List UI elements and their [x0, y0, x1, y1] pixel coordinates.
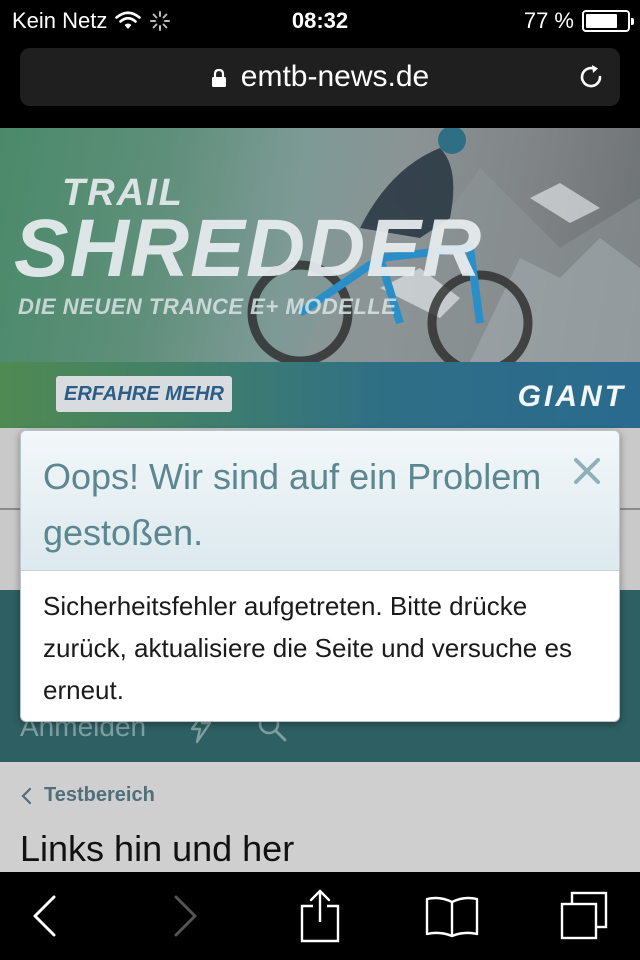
forward-button[interactable]	[156, 872, 216, 960]
banner-brand-logo: GIANT	[517, 380, 626, 413]
dialog-header: Oops! Wir sind auf ein Problem gestoßen.	[21, 431, 619, 571]
error-dialog: Oops! Wir sind auf ein Problem gestoßen.…	[20, 430, 620, 722]
breadcrumb[interactable]: Testbereich	[20, 784, 155, 807]
tabs-icon	[560, 891, 608, 940]
bookmarks-button[interactable]	[420, 872, 484, 960]
chevron-left-icon	[21, 787, 32, 804]
banner-headline: SHREDDER	[14, 203, 483, 294]
browser-toolbar	[0, 872, 640, 960]
address-url[interactable]: emtb-news.de	[241, 60, 429, 93]
page-title: Links hin und her	[20, 828, 295, 869]
share-button[interactable]	[290, 872, 350, 960]
battery-fill	[586, 14, 617, 28]
status-bar: Kein Netz 08:32 77 %	[0, 0, 640, 40]
close-icon[interactable]	[571, 455, 603, 487]
breadcrumb-label[interactable]: Testbereich	[44, 784, 155, 807]
reload-icon[interactable]	[576, 62, 606, 92]
battery-icon	[582, 10, 634, 32]
tabs-button[interactable]	[552, 872, 616, 960]
chevron-right-icon	[174, 895, 197, 937]
banner-subline: DIE NEUEN TRANCE E+ MODELLE	[18, 294, 397, 319]
address-bar[interactable]: emtb-news.de	[20, 48, 620, 106]
lock-icon	[211, 69, 226, 87]
back-button[interactable]	[14, 872, 74, 960]
page-main: Testbereich Links hin und her	[0, 762, 640, 872]
dialog-message: Sicherheitsfehler aufgetreten. Bitte drü…	[43, 591, 572, 705]
book-icon	[425, 896, 479, 938]
share-icon	[300, 889, 340, 943]
chevron-left-icon	[33, 895, 56, 937]
address-text-wrap[interactable]: emtb-news.de	[20, 60, 620, 94]
ad-banner[interactable]: TRAIL SHREDDER DIE NEUEN TRANCE E+ MODEL…	[0, 128, 640, 428]
battery-percent: 77 %	[523, 8, 574, 33]
battery-tip	[631, 18, 634, 25]
dialog-title: Oops! Wir sind auf ein Problem gestoßen.	[43, 456, 542, 553]
banner-cta-button[interactable]: ERFAHRE MEHR	[56, 376, 232, 412]
status-right: 77 %	[523, 8, 634, 34]
browser-chrome: emtb-news.de	[0, 40, 640, 128]
